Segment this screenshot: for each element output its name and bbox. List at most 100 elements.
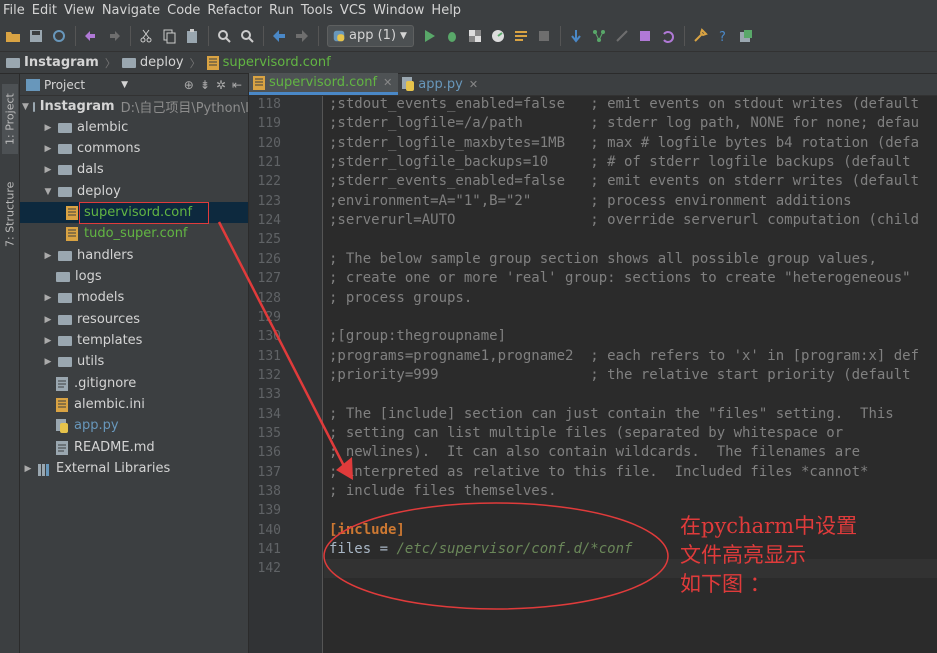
tree-item[interactable]: tudo_super.conf <box>20 223 248 244</box>
tab-structure[interactable]: 7: Structure <box>2 174 18 254</box>
chevron-right-icon[interactable]: ▶ <box>42 293 54 303</box>
tree-item[interactable]: ▶ handlers <box>20 245 248 266</box>
coverage-icon[interactable] <box>464 25 486 47</box>
menu-tools[interactable]: Tools <box>298 3 337 18</box>
menu-code[interactable]: Code <box>164 3 204 18</box>
chevron-right-icon[interactable]: ▶ <box>42 123 54 133</box>
selection-highlight-annotation <box>79 202 209 224</box>
tree-item[interactable]: ▶ templates <box>20 330 248 351</box>
breadcrumb-item-project[interactable]: Instagram <box>6 55 99 70</box>
profile-icon[interactable] <box>487 25 509 47</box>
redo-icon[interactable] <box>103 25 125 47</box>
tree-item[interactable]: ▶ resources <box>20 309 248 330</box>
tree-item[interactable]: ▶ alembic <box>20 117 248 138</box>
breadcrumb-item-file[interactable]: supervisord.conf <box>206 55 331 70</box>
vcs-compare-icon[interactable] <box>611 25 633 47</box>
paste-icon[interactable] <box>181 25 203 47</box>
stop-icon[interactable] <box>533 25 555 47</box>
chevron-right-icon[interactable]: ▶ <box>42 144 54 154</box>
chevron-right-icon[interactable]: ▶ <box>22 464 34 474</box>
menu-help[interactable]: Help <box>428 3 465 18</box>
project-view-select[interactable]: Project <box>44 78 85 92</box>
chevron-right-icon[interactable]: ▶ <box>42 251 54 261</box>
menu-view[interactable]: View <box>61 3 99 18</box>
menu-window[interactable]: Window <box>370 3 428 18</box>
vcs-history-icon[interactable] <box>634 25 656 47</box>
tree-item-label: models <box>77 290 125 305</box>
menu-run[interactable]: Run <box>266 3 298 18</box>
chevron-down-icon[interactable]: ▼ <box>121 80 128 90</box>
tree-item[interactable]: ▼ Instagram D:\自己项目\Python\I <box>20 96 248 117</box>
tab-project[interactable]: 1: Project <box>2 84 18 154</box>
folder-icon <box>58 122 72 133</box>
vcs-revert-icon[interactable] <box>657 25 679 47</box>
chevron-right-icon[interactable]: ▶ <box>42 315 54 325</box>
folder-icon <box>58 186 72 197</box>
forward-icon[interactable] <box>291 25 313 47</box>
breadcrumb-item-deploy[interactable]: deploy <box>121 55 184 70</box>
find-icon[interactable] <box>213 25 235 47</box>
tree-item[interactable]: app.py <box>20 415 248 436</box>
hide-icon[interactable]: ⇤ <box>232 78 242 92</box>
sync-icon[interactable] <box>48 25 70 47</box>
debug-icon[interactable] <box>441 25 463 47</box>
menu-navigate[interactable]: Navigate <box>99 3 164 18</box>
vcs-update-icon[interactable] <box>565 25 587 47</box>
collapse-all-icon[interactable]: ⇟ <box>200 78 210 92</box>
menu-refactor[interactable]: Refactor <box>204 3 266 18</box>
line-number: 123 <box>257 193 281 209</box>
tree-item[interactable]: ▶ External Libraries <box>20 458 248 479</box>
help-icon[interactable]: ? <box>712 25 734 47</box>
tree-item[interactable]: alembic.ini <box>20 394 248 415</box>
python-file-icon <box>402 77 415 91</box>
chevron-right-icon[interactable]: ▶ <box>42 165 54 175</box>
tree-item[interactable]: .gitignore <box>20 373 248 394</box>
tree-item[interactable]: README.md <box>20 437 248 458</box>
cut-icon[interactable] <box>135 25 157 47</box>
section-header-line: [include] <box>329 521 405 538</box>
menu-vcs[interactable]: VCS <box>337 3 370 18</box>
chevron-right-icon[interactable]: ▶ <box>42 357 54 367</box>
undo-icon[interactable] <box>80 25 102 47</box>
code-line: ;programs=progname1,progname2 ; each ref… <box>329 347 920 364</box>
close-icon[interactable]: ✕ <box>383 76 392 89</box>
back-icon[interactable] <box>268 25 290 47</box>
open-icon[interactable] <box>2 25 24 47</box>
menu-bar: File Edit View Navigate Code Refactor Run Tools… <box>0 0 937 20</box>
tree-item[interactable]: ▶ utils <box>20 351 248 372</box>
scroll-from-source-icon[interactable]: ⊕ <box>184 78 194 92</box>
code-line: ;stderr_logfile_maxbytes=1MB ; max # log… <box>329 134 920 151</box>
tree-item-label: utils <box>77 354 105 369</box>
tree-item[interactable]: ▶ dals <box>20 159 248 180</box>
tree-item[interactable]: ▶ models <box>20 287 248 308</box>
line-number: 122 <box>257 174 281 190</box>
chevron-down-icon[interactable]: ▼ <box>22 102 29 112</box>
concurrency-icon[interactable] <box>510 25 532 47</box>
code-line: ; process groups. <box>329 289 473 306</box>
run-config-select[interactable]: app (1) ▼ <box>327 24 414 47</box>
chevron-down-icon[interactable]: ▼ <box>42 187 54 197</box>
replace-icon[interactable] <box>236 25 258 47</box>
close-icon[interactable]: ✕ <box>469 78 478 91</box>
vcs-commit-icon[interactable] <box>588 25 610 47</box>
copy-icon[interactable] <box>158 25 180 47</box>
tab-app-py[interactable]: app.py ✕ <box>398 73 484 95</box>
menu-edit[interactable]: Edit <box>29 3 61 18</box>
tree-item[interactable]: logs <box>20 266 248 287</box>
line-number: 130 <box>257 329 281 345</box>
menu-file[interactable]: File <box>0 3 29 18</box>
tree-item[interactable]: ▶ commons <box>20 138 248 159</box>
save-icon[interactable] <box>25 25 47 47</box>
settings-icon[interactable] <box>689 25 711 47</box>
breadcrumb-separator: 〉 <box>104 56 116 70</box>
gear-icon[interactable]: ✲ <box>216 78 226 92</box>
run-icon[interactable] <box>418 25 440 47</box>
chevron-right-icon[interactable]: ▶ <box>42 336 54 346</box>
breadcrumb-label: supervisord.conf <box>222 55 331 70</box>
folder-icon <box>56 271 70 282</box>
editor-tab-bar: supervisord.conf ✕ app.py ✕ <box>249 73 937 96</box>
sdk-icon[interactable] <box>735 25 757 47</box>
tree-item[interactable]: ▼ deploy <box>20 181 248 202</box>
tab-supervisord-conf[interactable]: supervisord.conf ✕ <box>249 73 399 95</box>
toolbar-separator <box>75 25 76 46</box>
